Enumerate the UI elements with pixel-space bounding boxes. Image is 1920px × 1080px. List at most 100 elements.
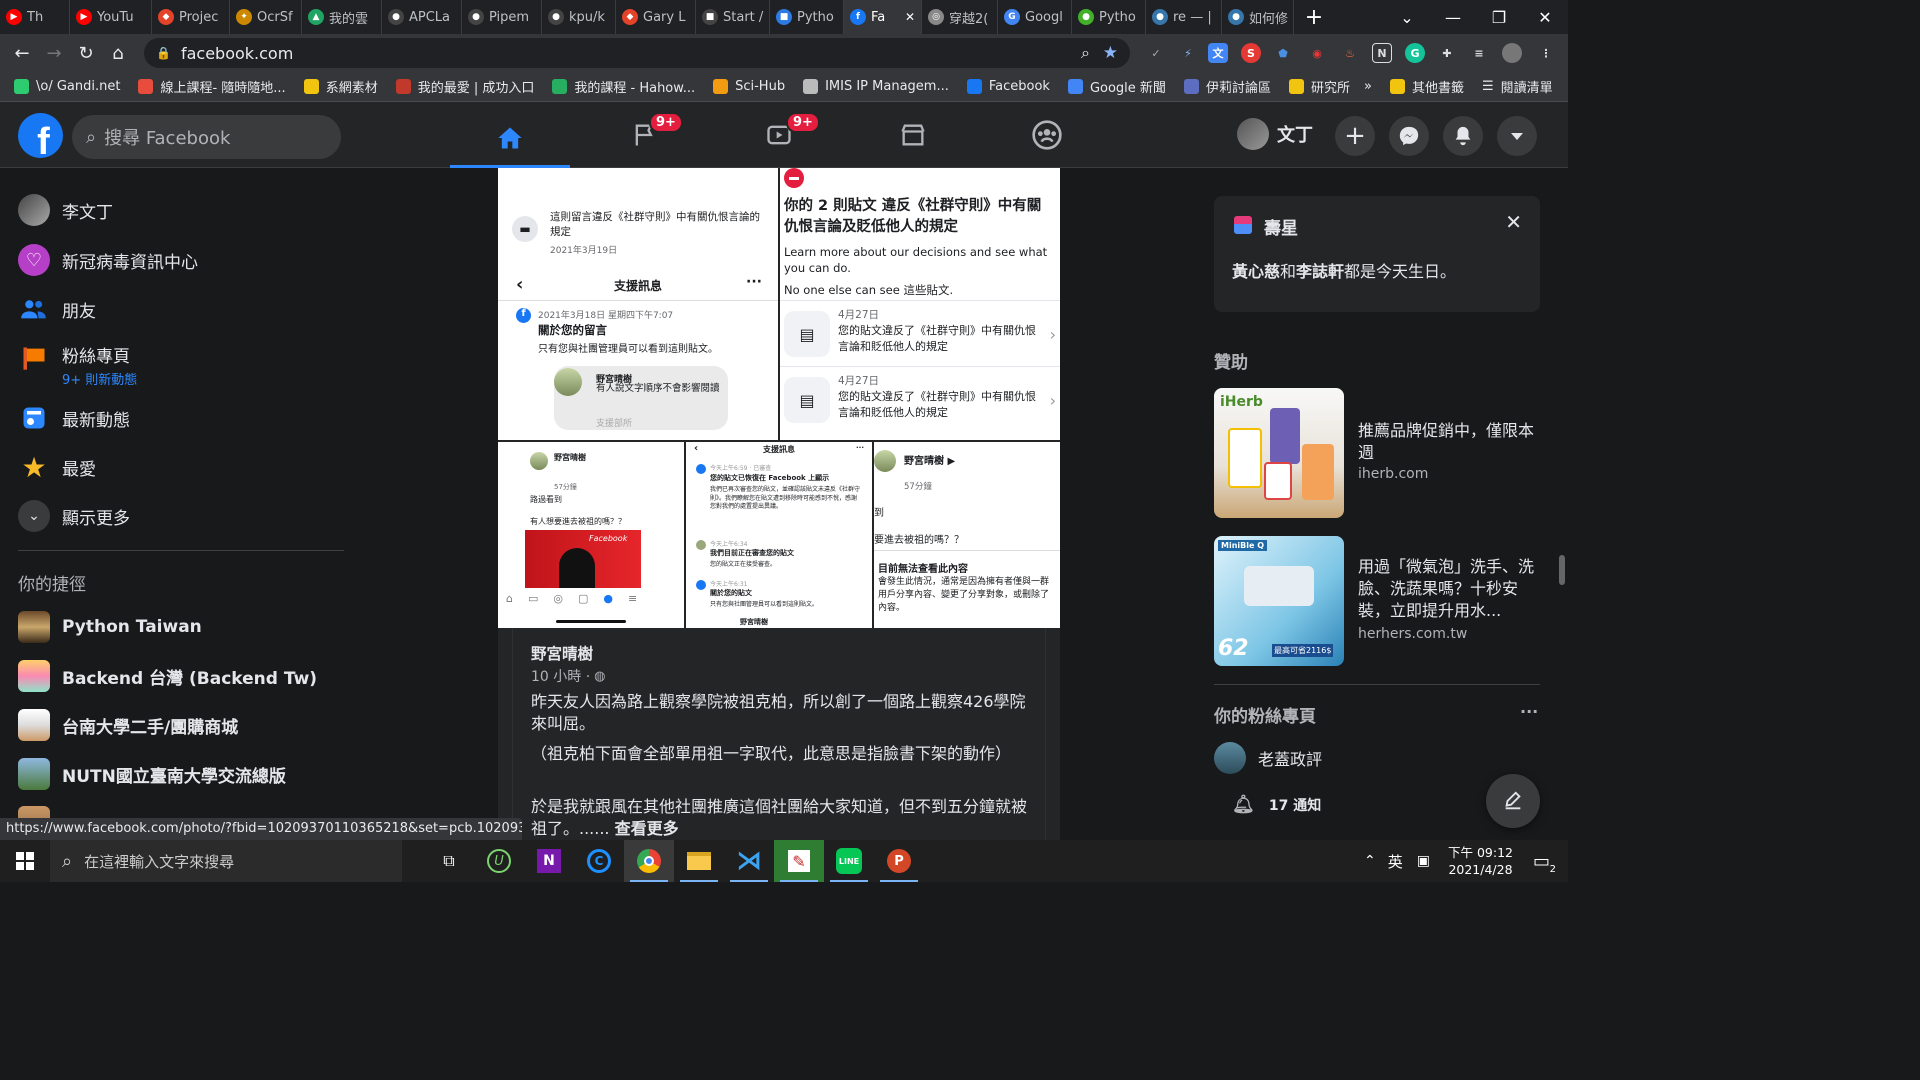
bookmark-item[interactable]: Sci-Hub xyxy=(713,77,785,96)
browser-tab[interactable]: ● kpu/k xyxy=(542,0,616,34)
ext-shield-icon[interactable]: ⬟ xyxy=(1273,43,1293,63)
nav-marketplace-tab[interactable] xyxy=(853,110,973,160)
browser-tab[interactable]: ● APCLa xyxy=(382,0,462,34)
bookmark-reading-list[interactable]: ☰ 閱讀清單 xyxy=(1482,77,1553,96)
ad-minible[interactable]: MiniBle Q 62 最高可省2116$ 用過「微氣泡」洗手、洗臉、洗蔬果嗎… xyxy=(1214,536,1544,666)
app-icon-c[interactable]: C xyxy=(574,840,624,882)
browser-tab[interactable]: ■ Pytho xyxy=(770,0,844,34)
bookmark-item[interactable]: 我的課程 - Hahow... xyxy=(552,77,695,96)
sidebar-item-profile[interactable]: 李文丁 xyxy=(18,194,113,226)
facebook-logo-icon[interactable]: f xyxy=(18,113,63,158)
reload-button[interactable]: ↻ xyxy=(70,37,102,69)
back-button[interactable]: ← xyxy=(6,37,38,69)
bookmark-item[interactable]: 伊莉討論區 xyxy=(1183,77,1271,96)
post-image-3[interactable]: 野宮晴樹 57分鐘 路過看到 有人想要進去被祖的嗎？？ Facebook ⌂▭◎… xyxy=(498,442,684,628)
sidebar-item-news-feed[interactable]: 最新動態 xyxy=(18,402,130,434)
page-item[interactable]: 老蓋政評 xyxy=(1214,742,1322,774)
powerpoint-icon[interactable]: P xyxy=(874,840,924,882)
close-icon[interactable]: ✕ xyxy=(1505,210,1522,234)
shortcut-nutn-market[interactable]: 台南大學二手/團購商城 xyxy=(18,709,238,741)
bookmark-item[interactable]: 研究所 xyxy=(1288,77,1350,96)
account-menu-button[interactable] xyxy=(1497,116,1537,156)
tray-expand-icon[interactable]: ⌃ xyxy=(1364,853,1376,869)
facebook-search-input[interactable]: ⌕ 搜尋 Facebook xyxy=(72,115,341,159)
create-button[interactable]: + xyxy=(1335,116,1375,156)
post-image-1[interactable]: ▬ 這則留言違反《社群守則》中有關仇恨言論的規定 2021年3月19日 ‹ 支援… xyxy=(498,168,778,440)
forward-button[interactable]: → xyxy=(38,37,70,69)
ime-mode-icon[interactable]: ▣ xyxy=(1417,853,1430,869)
reading-list-icon[interactable]: ≡ xyxy=(1469,43,1489,63)
new-message-button[interactable] xyxy=(1486,774,1540,828)
browser-tab[interactable]: ■ Start / xyxy=(696,0,770,34)
bookmark-item[interactable]: 我的最愛 | 成功入口 xyxy=(395,77,534,96)
bookmarks-more-icon[interactable]: » xyxy=(1364,79,1372,94)
taskbar-search-input[interactable]: ⌕ 在這裡輸入文字來搜尋 xyxy=(50,840,402,882)
ext-s-icon[interactable]: S xyxy=(1241,43,1261,63)
browser-tab[interactable]: ▶ YouTu xyxy=(70,0,152,34)
chrome-menu-icon[interactable]: ⋮ xyxy=(1536,43,1556,63)
nav-groups-tab[interactable] xyxy=(987,110,1107,160)
sidebar-item-show-more[interactable]: ⌄ 顯示更多 xyxy=(18,500,130,532)
tab-search-icon[interactable]: ⌄ xyxy=(1384,0,1430,34)
profile-avatar-icon[interactable] xyxy=(1502,43,1522,63)
omnibox[interactable]: 🔒 facebook.com ⌕ ★ xyxy=(144,38,1130,68)
bookmark-item[interactable]: Facebook xyxy=(966,77,1050,96)
action-center-icon[interactable]: ▭ 2 xyxy=(1533,851,1556,875)
browser-tab[interactable]: ● 如何修 xyxy=(1222,0,1294,34)
bookmark-star-icon[interactable]: ★ xyxy=(1103,43,1118,63)
bookmark-item[interactable]: IMIS IP Managem... xyxy=(803,77,949,96)
ad-iherb[interactable]: iHerb 推薦品牌促銷中，僅限本週 iherb.com xyxy=(1214,388,1544,518)
file-explorer-icon[interactable] xyxy=(674,840,724,882)
tab-close-icon[interactable]: ✕ xyxy=(905,10,915,24)
sidebar-item-friends[interactable]: 朋友 xyxy=(18,293,96,325)
onenote-icon[interactable]: N xyxy=(524,840,574,882)
bookmark-item[interactable]: \o/ Gandi.net xyxy=(14,77,120,96)
extensions-puzzle-icon[interactable]: ✚ xyxy=(1437,43,1457,63)
messenger-button[interactable] xyxy=(1389,116,1429,156)
ext-record-icon[interactable]: ◉ xyxy=(1307,43,1327,63)
zoom-icon[interactable]: ⌕ xyxy=(1081,43,1090,63)
app-icon-pen[interactable]: ✎ xyxy=(774,840,824,882)
post-image-4[interactable]: ‹ 支援訊息 ··· 今天上午6:59 · 已審查 您的貼文已恢復在 Faceb… xyxy=(686,442,872,628)
browser-tab[interactable]: ✦ OcrSf xyxy=(230,0,302,34)
bookmark-item[interactable]: 線上課程- 隨時隨地... xyxy=(138,77,286,96)
ext-translate-icon[interactable]: 文 xyxy=(1208,43,1228,63)
shortcut-nutn-forum[interactable]: NUTN國立臺南大學交流總版 xyxy=(18,758,286,790)
post-author[interactable]: 野宮晴樹 xyxy=(531,642,593,664)
browser-tab[interactable]: f Fa ✕ xyxy=(844,0,922,34)
nav-pages-tab[interactable]: 9+ xyxy=(585,110,705,160)
restore-button[interactable]: ❐ xyxy=(1476,0,1522,34)
chrome-icon[interactable] xyxy=(624,840,674,882)
post-image-5[interactable]: 野宮晴樹 ▶ 57分鐘 到 要進去被祖的嗎？？ 目前無法查看此內容 會發生此情況… xyxy=(874,442,1060,628)
browser-tab[interactable]: ● Pipem xyxy=(462,0,542,34)
task-view-icon[interactable]: ⧉ xyxy=(424,840,474,882)
page-scrollbar[interactable] xyxy=(1559,555,1565,585)
bookmark-item[interactable]: 系網素材 xyxy=(303,77,378,96)
page-notifications[interactable]: 🔔︎ 17 通知 xyxy=(1232,794,1321,815)
ext-fire-icon[interactable]: ♨ xyxy=(1340,43,1360,63)
post-image-2[interactable]: 你的 2 則貼文 違反《社群守則》中有關仇恨言論及貶低他人的規定 Learn m… xyxy=(780,168,1060,440)
browser-tab[interactable]: ◎ 穿越2( xyxy=(922,0,998,34)
clock[interactable]: 下午 09:12 2021/4/28 xyxy=(1448,844,1513,878)
ime-indicator[interactable]: 英 xyxy=(1388,851,1403,872)
profile-chip[interactable]: 文丁 xyxy=(1237,118,1313,150)
app-icon-u[interactable]: U xyxy=(474,840,524,882)
start-button[interactable] xyxy=(0,840,50,882)
home-icon[interactable]: ⌂ xyxy=(102,37,134,69)
bookmark-other[interactable]: 其他書籤 xyxy=(1389,77,1464,96)
post-timestamp[interactable]: 10 小時 · ◍ xyxy=(531,666,606,686)
sidebar-item-favorites[interactable]: ★ 最愛 xyxy=(18,451,96,484)
minimize-button[interactable]: — xyxy=(1430,0,1476,34)
new-tab-button[interactable]: + xyxy=(1294,0,1334,34)
see-more-link[interactable]: 查看更多 xyxy=(615,819,679,838)
pages-more-button[interactable]: ··· xyxy=(1520,702,1538,721)
line-icon[interactable]: LINE xyxy=(824,840,874,882)
browser-tab[interactable]: ▲ 我的雲 xyxy=(302,0,382,34)
ext-notion-icon[interactable]: N xyxy=(1372,43,1392,63)
browser-tab[interactable]: G Googl xyxy=(998,0,1072,34)
notifications-button[interactable] xyxy=(1443,116,1483,156)
ext-grammarly-icon[interactable]: G xyxy=(1405,43,1425,63)
shortcut-python-taiwan[interactable]: Python Taiwan xyxy=(18,611,202,643)
ext-bolt-icon[interactable]: ⚡ xyxy=(1178,43,1198,63)
bookmark-item[interactable]: Google 新聞 xyxy=(1067,77,1166,96)
